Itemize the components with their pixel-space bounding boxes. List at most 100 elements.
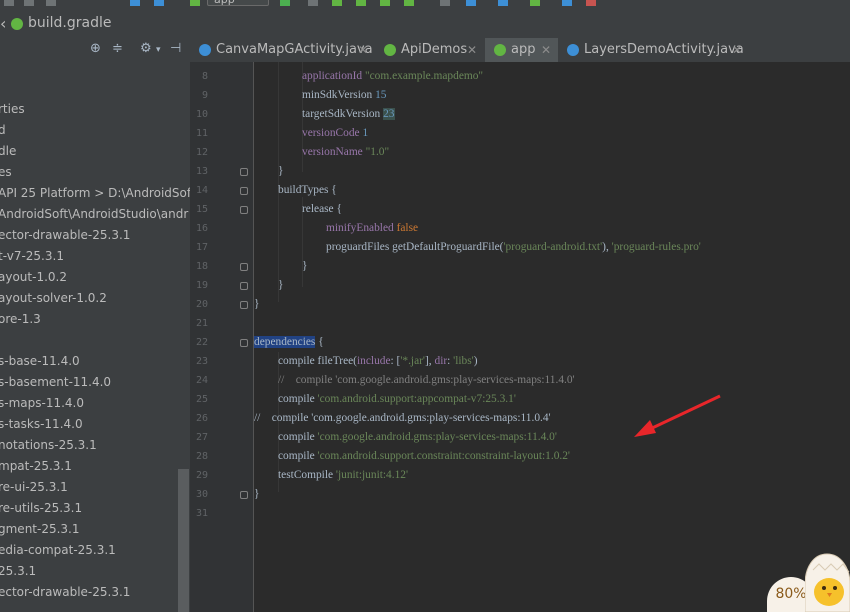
line-number: 25: [195, 394, 208, 405]
fold-marker-icon[interactable]: [240, 187, 248, 195]
fold-marker-icon[interactable]: [240, 168, 248, 176]
code-line-29: testCompile 'junit:junit:4.12': [278, 468, 408, 482]
avd-manager-icon[interactable]: [498, 0, 508, 6]
tree-item[interactable]: mpat-25.3.1: [0, 458, 72, 474]
attach-debugger-icon[interactable]: [356, 0, 366, 6]
line-number: 19: [195, 280, 208, 291]
close-icon[interactable]: ✕: [541, 38, 551, 62]
tab-label: LayersDemoActivity.java: [584, 42, 744, 57]
code-line-12: versionName "1.0": [302, 145, 389, 159]
close-icon[interactable]: ✕: [732, 38, 742, 62]
code-token: compile: [278, 431, 318, 443]
tree-item[interactable]: s-tasks-11.4.0: [0, 416, 83, 432]
line-number: 29: [195, 470, 208, 481]
tree-scrollbar[interactable]: [178, 469, 189, 612]
code-token: minSdkVersion: [302, 89, 373, 101]
tree-item[interactable]: s-maps-11.4.0: [0, 395, 84, 411]
hide-panel-icon[interactable]: ⊣: [170, 41, 181, 56]
tree-item[interactable]: re-ui-25.3.1: [0, 479, 68, 495]
sdk-manager-icon[interactable]: [530, 0, 540, 6]
tree-item[interactable]: edia-compat-25.3.1: [0, 542, 116, 558]
tab-label: ApiDemos: [401, 42, 468, 57]
gradle-icon: [494, 44, 506, 56]
code-editor[interactable]: applicationId "com.example.mapdemo" minS…: [254, 62, 850, 612]
chevron-down-icon[interactable]: ▾: [156, 45, 161, 55]
collapse-all-icon[interactable]: ≑: [112, 41, 123, 56]
line-number: 12: [195, 147, 208, 158]
coverage-icon[interactable]: [404, 0, 414, 6]
tree-item[interactable]: s-basement-11.4.0: [0, 374, 111, 390]
breadcrumb-file[interactable]: build.gradle: [28, 15, 112, 31]
stop-icon[interactable]: [440, 0, 450, 6]
debug-icon[interactable]: [332, 0, 342, 6]
code-line-24: // compile 'com.google.android.gms:play-…: [278, 374, 575, 386]
code-token: proguardFiles getDefaultProguardFile(: [326, 241, 504, 253]
code-token: include: [356, 355, 391, 367]
close-icon[interactable]: ✕: [358, 38, 368, 62]
sync-gradle-icon[interactable]: [466, 0, 476, 6]
chevron-left-icon[interactable]: ‹: [0, 14, 6, 33]
undo-icon[interactable]: [130, 0, 140, 6]
code-line-27: compile 'com.google.android.gms:play-ser…: [278, 430, 557, 444]
scroll-from-source-icon[interactable]: ⊕: [90, 41, 101, 56]
help-icon[interactable]: [562, 0, 572, 6]
tree-item[interactable]: gment-25.3.1: [0, 521, 80, 537]
tree-item[interactable]: 25.3.1: [0, 563, 36, 579]
apply-changes-icon[interactable]: [308, 0, 318, 6]
line-number: 9: [201, 90, 208, 101]
profile-icon[interactable]: [380, 0, 390, 6]
redo-icon[interactable]: [154, 0, 164, 6]
code-line-26: // compile 'com.google.android.gms:play-…: [254, 412, 551, 424]
fold-marker-icon[interactable]: [240, 282, 248, 290]
tree-item[interactable]: ector-drawable-25.3.1: [0, 227, 130, 243]
code-token: 1: [362, 127, 369, 139]
line-number: 18: [195, 261, 208, 272]
code-token: dependencies: [254, 336, 316, 348]
tab-apidemos[interactable]: ApiDemos ✕: [375, 38, 485, 62]
save-icon[interactable]: [24, 0, 34, 6]
code-line-14: buildTypes {: [278, 184, 337, 196]
tree-item[interactable]: s-base-11.4.0: [0, 353, 80, 369]
code-line-15: release {: [302, 203, 342, 215]
run-icon[interactable]: [280, 0, 290, 6]
tab-layersdemoactivity[interactable]: LayersDemoActivity.java ✕: [558, 38, 750, 62]
gear-icon[interactable]: ⚙: [140, 41, 152, 56]
code-line-11: versionCode 1: [302, 126, 368, 140]
tree-item[interactable]: t-v7-25.3.1: [0, 248, 64, 264]
line-number: 28: [195, 451, 208, 462]
tab-app[interactable]: app ✕: [485, 38, 558, 62]
code-line-19: }: [278, 279, 284, 291]
tree-item[interactable]: rties: [0, 101, 25, 117]
open-icon[interactable]: [4, 0, 14, 6]
tree-item[interactable]: re-utils-25.3.1: [0, 500, 82, 516]
tab-canvamapgactivity[interactable]: CanvaMapGActivity.java ✕: [190, 38, 375, 62]
tree-item[interactable]: ore-1.3: [0, 311, 41, 327]
tree-item[interactable]: notations-25.3.1: [0, 437, 97, 453]
make-icon[interactable]: [190, 0, 200, 6]
tree-item[interactable]: ector-drawable-25.3.1: [0, 584, 130, 600]
tree-item[interactable]: API 25 Platform > D:\AndroidSof: [0, 185, 190, 201]
tree-item[interactable]: es: [0, 164, 12, 180]
fold-marker-icon[interactable]: [240, 206, 248, 214]
fold-marker-icon[interactable]: [240, 491, 248, 499]
tree-item[interactable]: dle: [0, 143, 16, 159]
run-configuration-select[interactable]: app: [207, 0, 269, 6]
code-line-17: proguardFiles getDefaultProguardFile('pr…: [326, 240, 701, 254]
code-token: : [: [390, 355, 401, 367]
close-icon[interactable]: ✕: [467, 38, 477, 62]
tree-item[interactable]: AndroidSoft\AndroidStudio\andr: [0, 206, 188, 222]
fold-marker-icon[interactable]: [240, 301, 248, 309]
project-panel-toolbar: ⊕ ≑ ⚙ ▾ ⊣: [0, 38, 190, 62]
arrow-shaft: [647, 394, 721, 432]
sync-icon[interactable]: [46, 0, 56, 6]
fold-marker-icon[interactable]: [240, 263, 248, 271]
class-icon: [199, 44, 211, 56]
tree-item[interactable]: ayout-1.0.2: [0, 269, 67, 285]
code-token: dir: [434, 355, 448, 367]
device-monitor-icon[interactable]: [586, 0, 596, 6]
fold-marker-icon[interactable]: [240, 339, 248, 347]
tree-item[interactable]: d: [0, 122, 6, 138]
code-token: applicationId: [302, 70, 363, 82]
code-token: testCompile: [278, 469, 336, 481]
tree-item[interactable]: ayout-solver-1.0.2: [0, 290, 107, 306]
